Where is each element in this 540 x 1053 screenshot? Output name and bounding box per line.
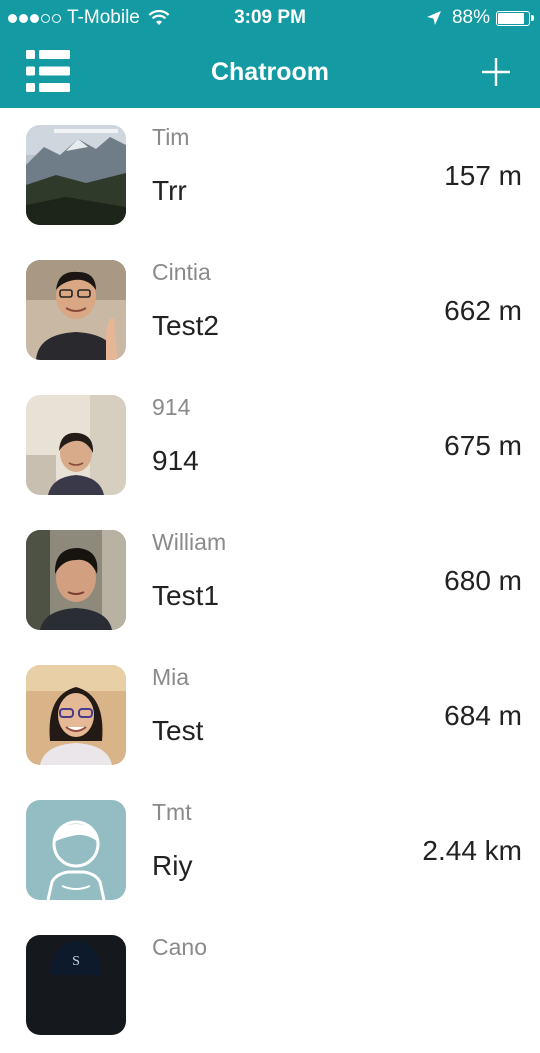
chat-list: Tim Trr 157 m Cintia Test2 662 m 914 914… <box>0 108 540 1053</box>
page-title: Chatroom <box>210 58 330 86</box>
avatar <box>26 665 126 765</box>
chat-message: Test2 <box>152 310 219 341</box>
chat-username: Cintia <box>152 259 211 285</box>
chat-username: Tmt <box>152 799 192 825</box>
chat-username: William <box>152 529 227 555</box>
person-photo-icon <box>26 395 126 495</box>
battery-fill <box>498 12 525 24</box>
svg-text:S: S <box>72 954 80 969</box>
chat-message: 914 <box>152 445 199 476</box>
status-bar: T-Mobile 3:09 PM 88% <box>0 0 540 36</box>
person-photo-icon <box>26 530 126 630</box>
chat-row[interactable]: Cintia Test2 662 m <box>0 243 540 378</box>
status-right: 88% <box>426 0 534 36</box>
chat-row[interactable]: Tim Trr 157 m <box>0 108 540 243</box>
chat-message: Test <box>152 715 204 746</box>
chat-username: Mia <box>152 664 190 690</box>
avatar <box>26 800 126 900</box>
avatar <box>26 395 126 495</box>
battery-percent: 88% <box>451 7 490 28</box>
avatar <box>26 125 126 225</box>
chat-distance: 157 m <box>444 160 522 191</box>
mountain-photo-icon <box>26 125 126 225</box>
avatar <box>26 260 126 360</box>
chat-distance: 675 m <box>444 430 522 461</box>
chat-username: Tim <box>152 124 190 150</box>
chat-distance: 680 m <box>444 565 522 596</box>
chat-row[interactable]: 914 914 675 m <box>0 378 540 513</box>
person-photo-icon: S <box>26 935 126 1035</box>
app-header: T-Mobile 3:09 PM 88% Chatroom <box>0 0 540 108</box>
chat-message: Trr <box>152 175 187 206</box>
battery-icon <box>496 10 534 26</box>
nav-bar: Chatroom <box>0 36 540 108</box>
chat-distance: 2.44 km <box>422 835 522 866</box>
battery-tip <box>531 14 534 21</box>
default-avatar-icon <box>26 800 126 900</box>
chat-distance: 662 m <box>444 295 522 326</box>
person-photo-icon <box>26 260 126 360</box>
chat-distance: 684 m <box>444 700 522 731</box>
chat-row[interactable]: Mia Test 684 m <box>0 648 540 783</box>
avatar <box>26 530 126 630</box>
location-arrow-icon <box>426 11 441 25</box>
avatar: S <box>26 935 126 1035</box>
chat-message: Test1 <box>152 580 219 611</box>
person-photo-icon <box>26 665 126 765</box>
chat-row[interactable]: S Cano <box>0 918 540 1053</box>
chat-row[interactable]: William Test1 680 m <box>0 513 540 648</box>
chat-message: Riy <box>152 850 193 881</box>
chat-row[interactable]: Tmt Riy 2.44 km <box>0 783 540 918</box>
chat-username: 914 <box>152 394 191 420</box>
plus-icon[interactable] <box>480 56 512 88</box>
chat-username: Cano <box>152 934 207 960</box>
